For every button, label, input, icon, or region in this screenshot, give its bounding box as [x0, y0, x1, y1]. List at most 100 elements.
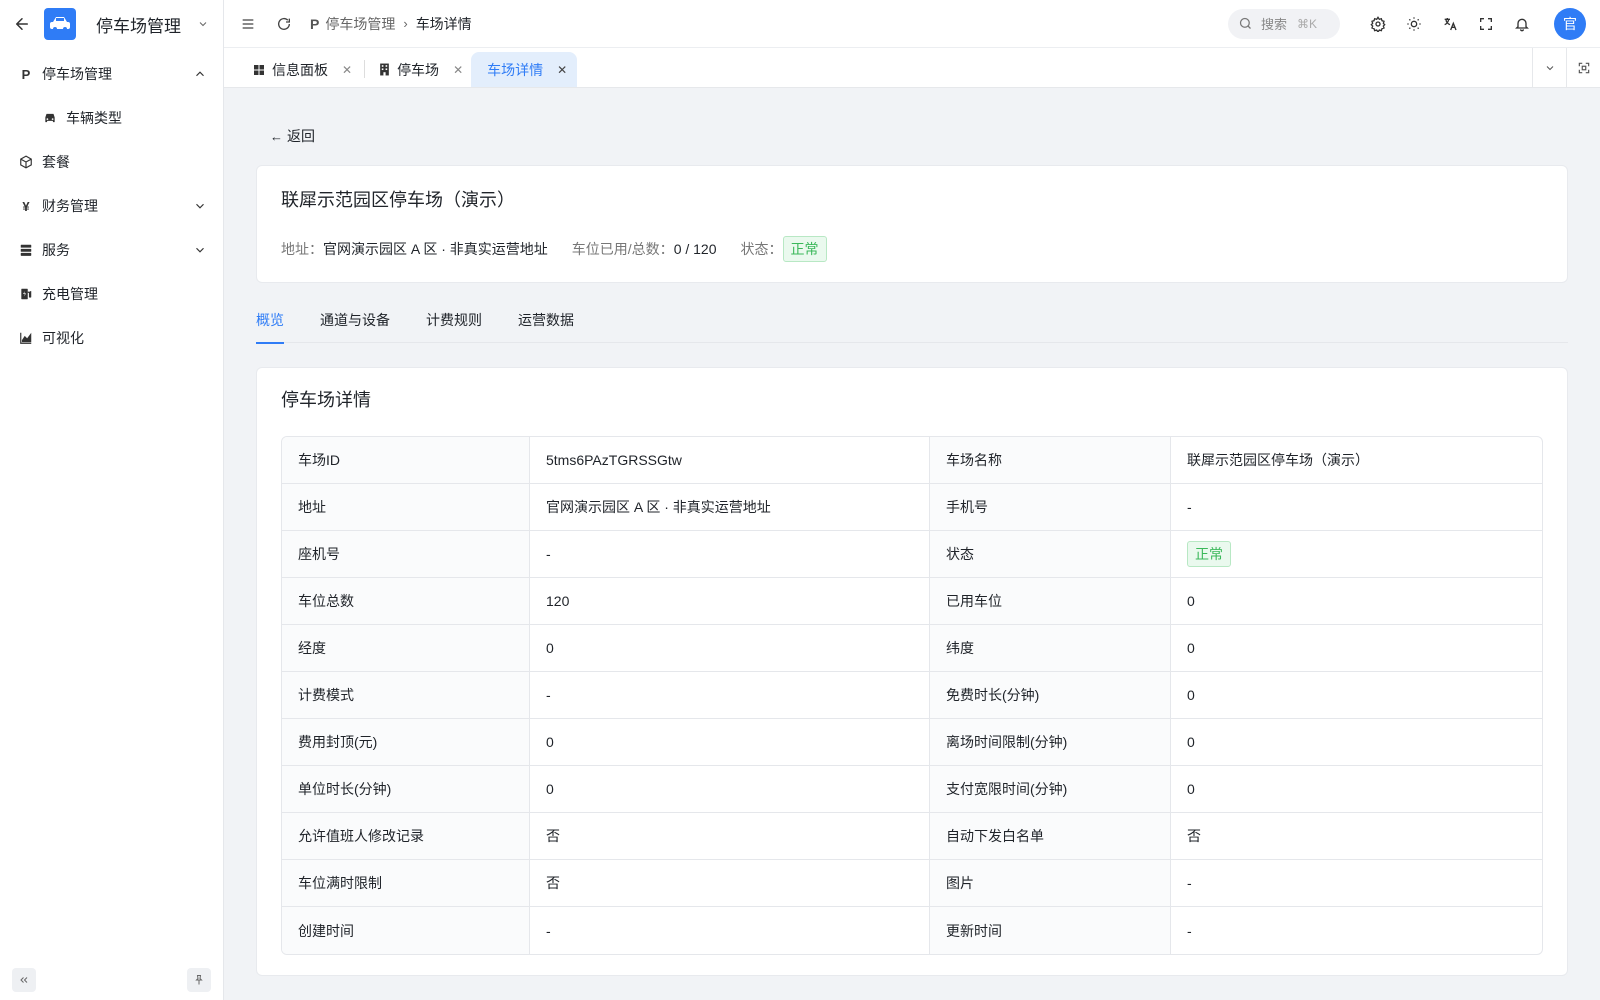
sidebar-item-visualization[interactable]: 可视化	[0, 316, 223, 360]
car-icon	[42, 110, 58, 126]
field-label: 车场名称	[930, 437, 1171, 484]
spaces-value: 0 / 120	[673, 241, 717, 257]
sidebar: 停车场管理 P 停车场管理 车辆类型 套餐 ¥ 财务管理 服务 充电管理 可视化	[0, 0, 224, 1000]
status-key: 状态：	[740, 241, 783, 257]
field-value: 联犀示范园区停车场（演示）	[1171, 437, 1542, 484]
pin-icon[interactable]	[187, 968, 211, 992]
search-button[interactable]: 搜索 ⌘K	[1228, 8, 1340, 39]
address-value: 官网演示园区 A 区 · 非真实运营地址	[323, 241, 548, 257]
field-label: 手机号	[930, 484, 1171, 531]
breadcrumb-separator-icon: ›	[403, 16, 408, 31]
field-value: -	[1171, 860, 1542, 907]
back-arrow-icon[interactable]	[12, 14, 32, 34]
back-link[interactable]: ← 返回	[270, 125, 1568, 147]
field-label: 状态	[930, 531, 1171, 578]
search-shortcut: ⌘K	[1297, 16, 1318, 31]
tab-channels-devices[interactable]: 通道与设备	[320, 301, 390, 339]
building-icon	[377, 63, 391, 77]
sidebar-item-parking-management[interactable]: P 停车场管理	[0, 52, 223, 96]
chevron-up-icon	[196, 71, 204, 77]
parking-icon: P	[310, 15, 320, 32]
header-actions: 官	[1352, 7, 1586, 40]
address-key: 地址：	[281, 241, 323, 257]
tabs-actions	[1532, 48, 1600, 88]
status-badge: 正常	[1187, 541, 1231, 567]
field-label: 车位总数	[282, 578, 530, 625]
sidebar-footer	[0, 968, 223, 992]
avatar[interactable]: 官	[1554, 7, 1586, 40]
close-icon[interactable]: ✕	[557, 63, 567, 77]
field-value: -	[530, 531, 930, 578]
field-label: 费用封顶(元)	[282, 719, 530, 766]
field-label: 允许值班人修改记录	[282, 813, 530, 860]
field-value: 否	[530, 813, 930, 860]
field-label: 图片	[930, 860, 1171, 907]
page-tabs-bar: 信息面板 ✕ 停车场 ✕ 车场详情 ✕	[224, 48, 1600, 88]
summary-card: 联犀示范园区停车场（演示） 地址： 官网演示园区 A 区 · 非真实运营地址 车…	[256, 165, 1568, 283]
spaces-key: 车位已用/总数：	[571, 241, 674, 257]
tab-label: 车场详情	[487, 61, 544, 78]
tab-parking-lots[interactable]: 停车场 ✕	[369, 52, 471, 87]
table-row: 单位时长(分钟) 0 支付宽限时间(分钟) 0	[282, 766, 1542, 813]
field-value: 0	[1171, 625, 1542, 672]
arrow-left-icon: ←	[270, 128, 283, 144]
field-value: 0	[530, 766, 930, 813]
table-row: 创建时间 - 更新时间 -	[282, 907, 1542, 954]
field-value: 5tms6PAzTGRSSGtw	[530, 437, 930, 484]
sidebar-item-services[interactable]: 服务	[0, 228, 223, 272]
table-row: 车场ID 5tms6PAzTGRSSGtw 车场名称 联犀示范园区停车场（演示）	[282, 437, 1542, 484]
sidebar-item-packages[interactable]: 套餐	[0, 140, 223, 184]
field-value: 0	[1171, 672, 1542, 719]
detail-tabs: 概览 通道与设备 计费规则 运营数据	[256, 305, 1568, 344]
theme-sun-icon[interactable]	[1404, 14, 1424, 34]
tab-parking-detail[interactable]: 车场详情 ✕	[471, 52, 578, 87]
field-label: 支付宽限时间(分钟)	[930, 766, 1171, 813]
server-icon	[18, 242, 34, 258]
field-value: 正常	[1171, 531, 1542, 578]
chevron-down-icon	[196, 247, 204, 253]
status-badge: 正常	[782, 236, 827, 262]
app-title: 停车场管理	[96, 16, 181, 36]
close-icon[interactable]: ✕	[342, 63, 352, 77]
back-label: 返回	[287, 128, 315, 144]
field-label: 离场时间限制(分钟)	[930, 719, 1171, 766]
field-label: 车位满时限制	[282, 860, 530, 907]
field-value: 0	[530, 719, 930, 766]
sidebar-item-charging[interactable]: 充电管理	[0, 272, 223, 316]
fullscreen-icon[interactable]	[1476, 14, 1496, 34]
sidebar-item-vehicle-types[interactable]: 车辆类型	[0, 96, 223, 140]
tabs-dropdown-chevron-icon[interactable]	[1532, 48, 1566, 88]
field-label: 座机号	[282, 531, 530, 578]
chevron-down-icon	[196, 203, 204, 209]
close-icon[interactable]: ✕	[453, 63, 463, 77]
parking-icon: P	[21, 66, 31, 82]
detail-card: 停车场详情 车场ID 5tms6PAzTGRSSGtw 车场名称 联犀示范园区停车场（…	[256, 367, 1568, 976]
tab-overview[interactable]: 概览	[256, 301, 284, 344]
sidebar-item-label: 车辆类型	[66, 110, 122, 126]
notification-bell-icon[interactable]	[1512, 14, 1532, 34]
maximize-content-icon[interactable]	[1566, 48, 1600, 88]
collapse-sidebar-icon[interactable]	[12, 968, 36, 992]
sidebar-item-label: 套餐	[42, 154, 70, 170]
top-header: P 停车场管理 › 车场详情 搜索 ⌘K 官	[224, 0, 1600, 48]
menu-toggle-icon[interactable]	[238, 14, 258, 34]
chevron-down-icon[interactable]	[195, 16, 211, 32]
breadcrumb: P 停车场管理 › 车场详情	[310, 14, 472, 34]
translate-icon[interactable]	[1440, 14, 1460, 34]
summary-meta: 地址： 官网演示园区 A 区 · 非真实运营地址 车位已用/总数： 0 / 12…	[281, 236, 1543, 262]
breadcrumb-parent[interactable]: 停车场管理	[325, 14, 395, 34]
main-content: ← 返回 联犀示范园区停车场（演示） 地址： 官网演示园区 A 区 · 非真实运…	[224, 89, 1600, 1000]
sidebar-item-finance[interactable]: ¥ 财务管理	[0, 184, 223, 228]
table-row: 计费模式 - 免费时长(分钟) 0	[282, 672, 1542, 719]
refresh-icon[interactable]	[274, 14, 294, 34]
field-label: 更新时间	[930, 907, 1171, 954]
field-label: 纬度	[930, 625, 1171, 672]
table-row: 车位总数 120 已用车位 0	[282, 578, 1542, 625]
tab-billing-rules[interactable]: 计费规则	[426, 301, 482, 339]
sidebar-item-label: 充电管理	[42, 286, 98, 302]
table-row: 经度 0 纬度 0	[282, 625, 1542, 672]
tab-dashboard[interactable]: 信息面板 ✕	[244, 52, 360, 87]
tab-operations-data[interactable]: 运营数据	[518, 301, 574, 339]
field-value: -	[1171, 484, 1542, 531]
settings-gear-icon[interactable]	[1368, 14, 1388, 34]
